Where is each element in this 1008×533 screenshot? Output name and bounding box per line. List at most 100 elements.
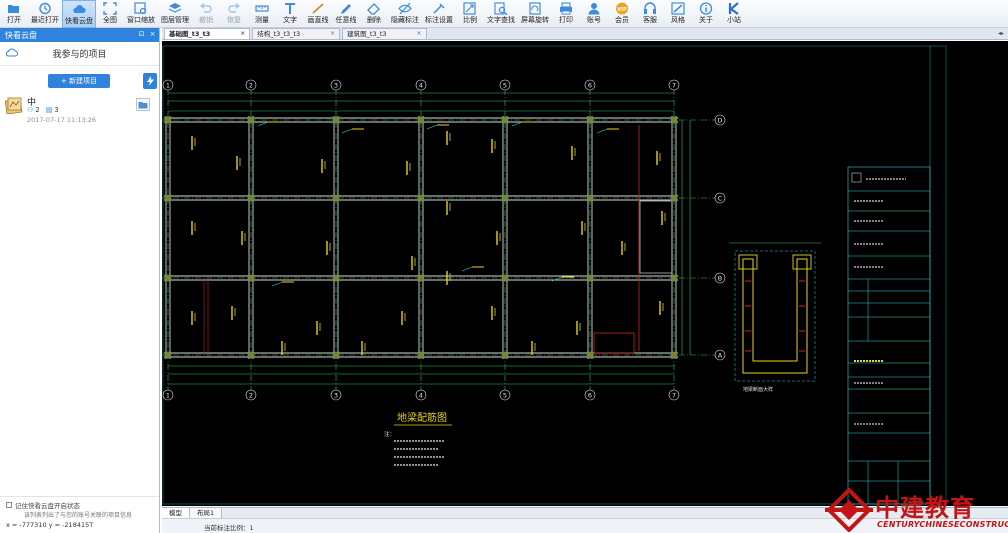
leader-line <box>257 121 269 127</box>
toolbar-button-redo[interactable]: 恢复 <box>220 0 248 28</box>
sheet-frame <box>162 45 947 505</box>
folder-icon <box>138 101 148 108</box>
toolbar-button-printer[interactable]: 打印 <box>552 0 580 28</box>
toolbar-button-undo[interactable]: 撤销 <box>192 0 220 28</box>
toolbar-button-fit-view[interactable]: 全图 <box>96 0 124 28</box>
toolbar-button-label: 图层管理 <box>161 16 189 24</box>
tab-close-icon[interactable]: × <box>417 29 422 39</box>
project-drawing-count: 3 <box>54 106 59 114</box>
toolbar-button-label: 测量 <box>255 16 269 24</box>
document-tabs: 基础图_t3_t3 × 结构_t3_t3_t3 × 建筑图_t3_t3 × ◂▸ <box>162 28 1008 40</box>
toolbar-button-eraser[interactable]: 删除 <box>360 0 388 28</box>
toolbar-button-scale[interactable]: 比例 <box>456 0 484 28</box>
column-node <box>417 351 425 359</box>
toolbar-button-label: 恢复 <box>227 16 241 24</box>
column-node <box>670 351 678 359</box>
column-node <box>670 194 678 202</box>
line-icon <box>311 2 325 15</box>
project-date: 2017-07-17 11:13:26 <box>27 116 97 124</box>
axis-label: 5 <box>503 81 507 89</box>
toolbar-button-label: 小站 <box>727 16 741 24</box>
remember-checkbox[interactable] <box>6 502 12 508</box>
clock-icon <box>38 2 52 15</box>
document-tab-label: 建筑图_t3_t3 <box>347 30 387 38</box>
panel-close-icon[interactable]: × <box>149 30 156 39</box>
toolbar-button-zoom-window[interactable]: 窗口缩放 <box>124 0 158 28</box>
toolbar-button-info[interactable]: 关于 <box>692 0 720 28</box>
leader-line <box>511 121 523 127</box>
brand-watermark: 中建教育 CENTURYCHINESECONSTRUCTION <box>825 488 1008 533</box>
toolbar-button-style[interactable]: 风格 <box>664 0 692 28</box>
tab-scroll-arrows[interactable]: ◂▸ <box>998 30 1004 37</box>
column-node <box>417 194 425 202</box>
axis-label: 3 <box>334 81 338 89</box>
toolbar-button-label: 隐藏标注 <box>391 16 419 24</box>
column-node <box>501 351 509 359</box>
toolbar-button-eye-hide[interactable]: 隐藏标注 <box>388 0 422 28</box>
toolbar-button-text[interactable]: 文字 <box>276 0 304 28</box>
document-tab[interactable]: 结构_t3_t3_t3 × <box>252 28 341 39</box>
tab-close-icon[interactable]: × <box>240 29 245 39</box>
document-tab[interactable]: 基础图_t3_t3 × <box>164 28 251 39</box>
column-node <box>247 116 255 124</box>
axis-label: 3 <box>334 391 338 399</box>
toolbar-button-user[interactable]: 账号 <box>580 0 608 28</box>
drawing-canvas[interactable]: 1 1 2 2 3 3 4 4 5 5 6 6 7 7 D C B A 地梁配筋图 注： 地梁断面大样 <box>162 41 1008 506</box>
tab-close-icon[interactable]: × <box>330 29 335 39</box>
plan-title: 地梁配筋图 <box>397 411 447 424</box>
toolbar-button-annotation-settings[interactable]: 标注设置 <box>422 0 456 28</box>
toolbar-button-headset[interactable]: 客服 <box>636 0 664 28</box>
layers-icon <box>168 2 182 15</box>
toolbar-button-vip[interactable]: VIP 会员 <box>608 0 636 28</box>
toolbar-button-cloud[interactable]: 快看云盘 <box>62 0 96 28</box>
open-folder-button[interactable] <box>136 98 150 111</box>
document-tab-label: 基础图_t3_t3 <box>169 30 211 38</box>
layout-tab-model[interactable]: 模型 <box>162 508 190 518</box>
document-tab-label: 结构_t3_t3_t3 <box>257 30 301 38</box>
toolbar-button-label: 快看云盘 <box>65 17 93 25</box>
pencil-icon <box>339 2 353 15</box>
toolbar-button-label: 文字 <box>283 16 297 24</box>
axis-label: 2 <box>249 81 253 89</box>
undo-icon <box>199 2 213 15</box>
layout-tab-layout1[interactable]: 布局1 <box>190 508 223 518</box>
toolbar-button-ruler[interactable]: 测量 <box>248 0 276 28</box>
project-meta: ⚇ 2 ▤ 3 <box>27 106 59 114</box>
document-tab[interactable]: 建筑图_t3_t3 × <box>342 28 427 39</box>
column-node <box>586 274 594 282</box>
toolbar-button-text-search[interactable]: 文字查找 <box>484 0 518 28</box>
panel-header-title: 快看云盘 <box>5 30 37 40</box>
toolbar-button-label: 任意线 <box>335 16 357 24</box>
column-node <box>670 274 678 282</box>
headset-icon <box>643 2 657 15</box>
toolbar-button-folder-open[interactable]: 打开 <box>0 0 28 28</box>
toolbar-button-k[interactable]: 小站 <box>720 0 748 28</box>
toolbar-button-label: 标注设置 <box>425 16 453 24</box>
toolbar-button-rotate-screen[interactable]: 屏幕旋转 <box>518 0 552 28</box>
toolbar-button-clock[interactable]: 最近打开 <box>28 0 62 28</box>
leader-line <box>341 128 353 134</box>
section-flange <box>738 254 758 270</box>
printer-icon <box>559 2 573 15</box>
annotation-settings-icon <box>432 2 446 15</box>
project-member-count: 2 <box>35 106 40 114</box>
toolbar-button-label: 屏幕旋转 <box>521 16 549 24</box>
column-node <box>164 351 172 359</box>
fit-view-icon <box>103 2 117 15</box>
toolbar-button-layers[interactable]: 图层管理 <box>158 0 192 28</box>
column-node <box>247 274 255 282</box>
new-project-button[interactable]: + 新建项目 <box>48 74 110 88</box>
project-list-item[interactable]: 中 ⚇ 2 ▤ 3 2017-07-17 11:13:26 <box>0 94 159 128</box>
company-logo <box>851 172 862 183</box>
toolbar-button-pencil[interactable]: 任意线 <box>332 0 360 28</box>
panel-pin-icon[interactable]: ⊡ <box>138 30 145 39</box>
axis-label: 6 <box>588 391 592 399</box>
column-node <box>417 116 425 124</box>
axis-label: 2 <box>249 391 253 399</box>
scale-icon <box>463 2 477 15</box>
column-node <box>501 194 509 202</box>
toolbar-button-label: 打开 <box>7 16 21 24</box>
remember-state-option[interactable]: 记住快看云盘开启状态 <box>6 500 80 510</box>
toolbar-button-line[interactable]: 画直线 <box>304 0 332 28</box>
refresh-button[interactable] <box>143 73 157 89</box>
